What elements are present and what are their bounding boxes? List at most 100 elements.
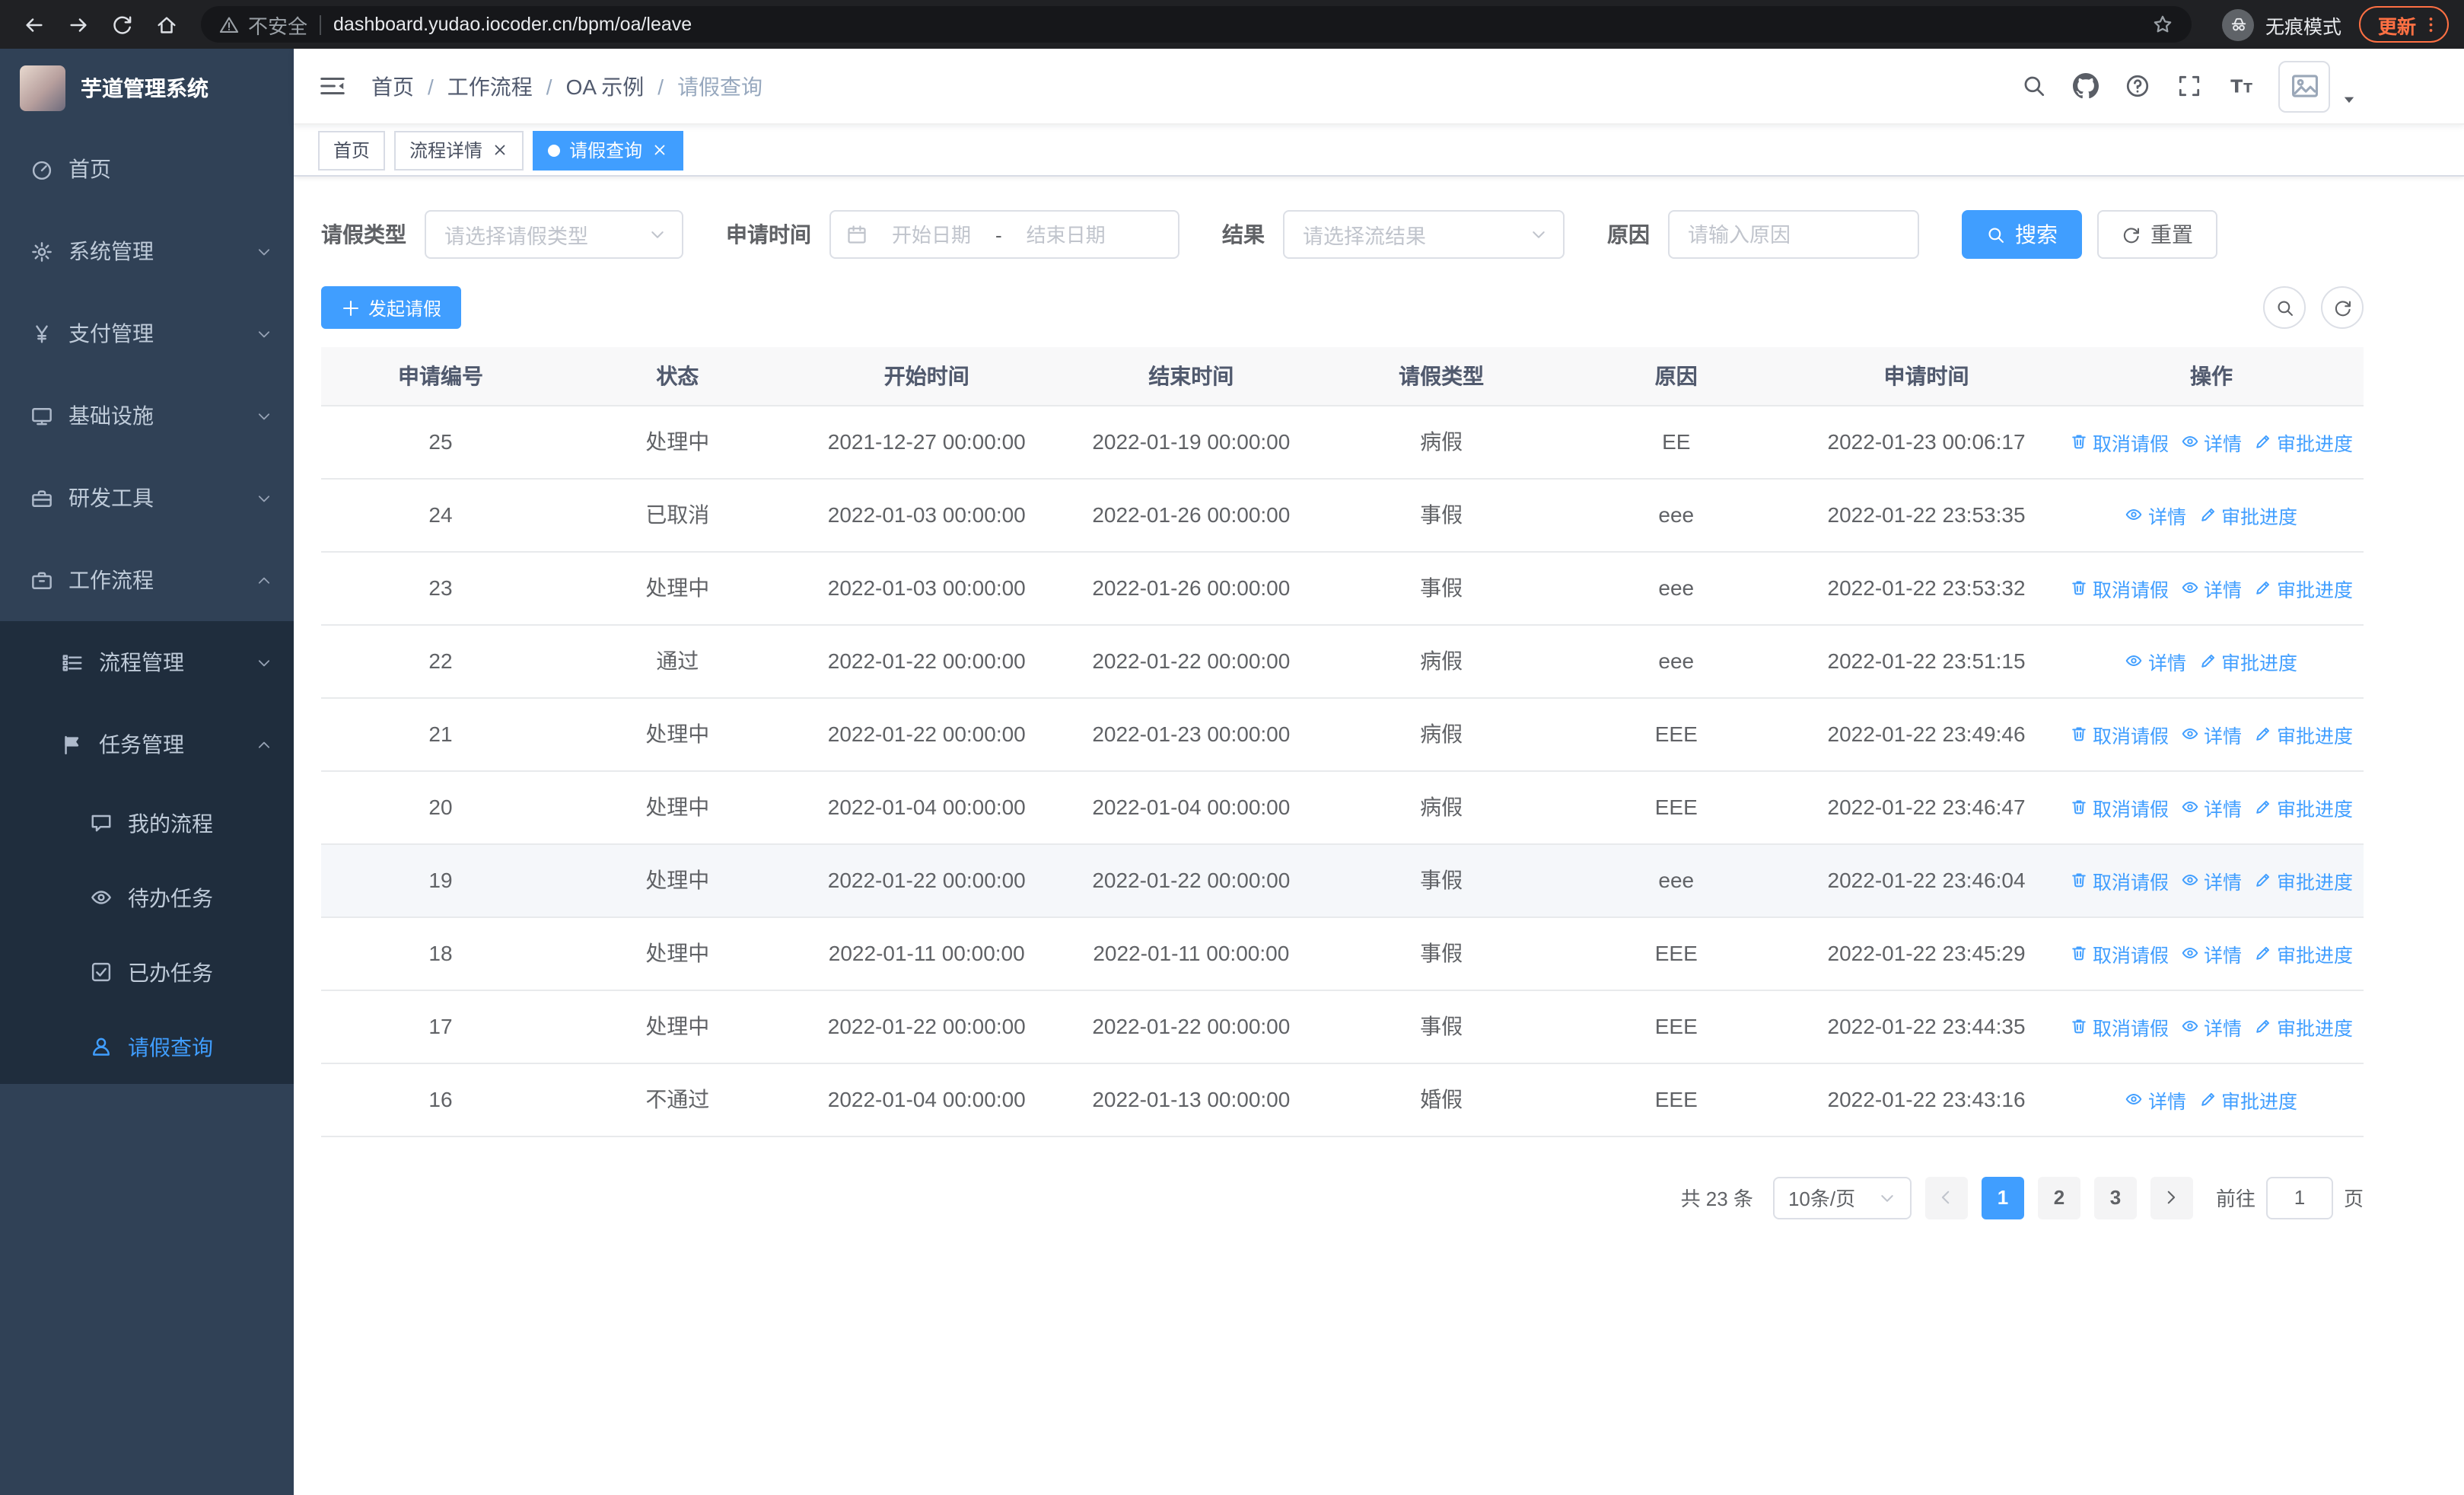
browser-forward-button[interactable] (59, 5, 97, 43)
action-progress-link[interactable]: 审批进度 (2254, 573, 2353, 602)
end-date-input[interactable] (1008, 223, 1124, 246)
action-detail-link[interactable]: 详情 (2181, 939, 2242, 967)
action-detail-link[interactable]: 详情 (2181, 427, 2242, 456)
avatar[interactable] (2278, 60, 2330, 112)
action-detail-link[interactable]: 详情 (2181, 573, 2242, 602)
leave-type-select[interactable]: 请选择请假类型 (425, 210, 683, 259)
refresh-button[interactable] (2321, 286, 2364, 329)
cell-apply-time: 2022-01-22 23:46:04 (1794, 843, 2059, 917)
sidebar-item-process-mgmt[interactable]: 流程管理 (0, 621, 294, 703)
navbar-actions: TT (2021, 60, 2357, 112)
action-progress-link[interactable]: 审批进度 (2254, 1012, 2353, 1041)
goto-page-input[interactable] (2265, 1176, 2333, 1219)
main-area: 首页 / 工作流程 / OA 示例 / 请假查询 TT 首页 流程详情 请假查询 请假类型 (294, 49, 2464, 1495)
result-select[interactable]: 请选择流结果 (1283, 210, 1565, 259)
action-label: 审批进度 (2221, 652, 2298, 674)
navbar-search-icon[interactable] (2021, 73, 2047, 99)
breadcrumb-item[interactable]: 工作流程 (447, 71, 533, 101)
navbar-font-size-icon[interactable]: TT (2228, 73, 2254, 99)
action-progress-link[interactable]: 审批进度 (2198, 1085, 2297, 1114)
sidebar-item-task-mgmt[interactable]: 任务管理 (0, 703, 294, 786)
user-menu[interactable] (2278, 60, 2357, 112)
date-range-picker[interactable]: - (829, 210, 1179, 259)
sidebar-item-done-tasks[interactable]: 已办任务 (0, 935, 294, 1009)
browser-menu-icon[interactable] (2421, 15, 2440, 34)
browser-back-button[interactable] (15, 5, 53, 43)
trash-icon (2070, 798, 2088, 816)
pagination-prev-button[interactable] (1924, 1176, 1968, 1219)
action-progress-link[interactable]: 审批进度 (2254, 939, 2353, 967)
sidebar-item-leave-query[interactable]: 请假查询 (0, 1009, 294, 1084)
browser-nav-buttons (15, 5, 186, 43)
close-icon[interactable] (651, 142, 668, 158)
security-chip[interactable]: 不安全 (219, 10, 307, 39)
cell-actions: 取消请假 详情 审批进度 (2059, 405, 2364, 479)
action-progress-link[interactable]: 审批进度 (2198, 500, 2297, 529)
toggle-search-button[interactable] (2263, 286, 2306, 329)
sidebar-toggle-button[interactable] (318, 72, 347, 100)
browser-update-button[interactable]: 更新 (2359, 6, 2449, 43)
reason-input[interactable] (1668, 210, 1919, 259)
bookmark-star-icon[interactable] (2153, 14, 2174, 35)
table-row-17: 17 处理中 2022-01-22 00:00:00 2022-01-22 00:00… (321, 990, 2364, 1063)
action-progress-link[interactable]: 审批进度 (2254, 427, 2353, 456)
action-cancel-link[interactable]: 取消请假 (2070, 865, 2169, 894)
sidebar: 芋道管理系统 首页 系统管理 支付管理基础设施研发工具 工作流程 流程管理 任务管理 我的流… (0, 49, 294, 1495)
action-detail-link[interactable]: 详情 (2181, 719, 2242, 748)
sidebar-item-infra[interactable]: 基础设施 (0, 375, 294, 457)
sidebar-item-todo-tasks[interactable]: 待办任务 (0, 860, 294, 935)
sidebar-item-devtools[interactable]: 研发工具 (0, 457, 294, 539)
action-detail-link[interactable]: 详情 (2125, 1085, 2186, 1114)
action-label: 详情 (2203, 799, 2242, 820)
cell-status: 不通过 (560, 1063, 795, 1136)
browser-reload-button[interactable] (103, 5, 142, 43)
action-detail-link[interactable]: 详情 (2125, 646, 2186, 675)
navbar-help-icon[interactable] (2125, 73, 2150, 99)
breadcrumb-item[interactable]: 首页 (371, 71, 414, 101)
sidebar-item-my-process[interactable]: 我的流程 (0, 786, 294, 860)
tab-process-detail[interactable]: 流程详情 (394, 130, 524, 170)
sidebar-item-workflow[interactable]: 工作流程 (0, 539, 294, 621)
cell-actions: 详情 审批进度 (2059, 478, 2364, 552)
pagination-page-3[interactable]: 3 (2093, 1176, 2137, 1219)
pagination-page-2[interactable]: 2 (2037, 1176, 2080, 1219)
action-cancel-link[interactable]: 取消请假 (2070, 427, 2169, 456)
pagination-page-1[interactable]: 1 (1981, 1176, 2024, 1219)
start-date-input[interactable] (874, 223, 989, 246)
create-leave-button[interactable]: 发起请假 (321, 286, 462, 329)
close-icon[interactable] (492, 142, 508, 158)
logo[interactable]: 芋道管理系统 (0, 49, 294, 128)
action-progress-link[interactable]: 审批进度 (2254, 792, 2353, 821)
navbar-fullscreen-icon[interactable] (2176, 73, 2202, 99)
action-progress-link[interactable]: 审批进度 (2198, 646, 2297, 675)
search-button[interactable]: 搜索 (1962, 210, 2082, 259)
sidebar-item-label: 基础设施 (68, 403, 154, 428)
cell-apply-time: 2022-01-22 23:46:47 (1794, 770, 2059, 844)
action-progress-link[interactable]: 审批进度 (2254, 719, 2353, 748)
action-cancel-link[interactable]: 取消请假 (2070, 719, 2169, 748)
browser-home-button[interactable] (148, 5, 186, 43)
edit-icon (2254, 798, 2272, 816)
sidebar-item-payment[interactable]: 支付管理 (0, 292, 294, 375)
tab-leave-query[interactable]: 请假查询 (533, 130, 684, 170)
action-detail-link[interactable]: 详情 (2181, 865, 2242, 894)
action-detail-link[interactable]: 详情 (2181, 1012, 2242, 1041)
action-cancel-link[interactable]: 取消请假 (2070, 573, 2169, 602)
sidebar-item-home[interactable]: 首页 (0, 128, 294, 210)
action-detail-link[interactable]: 详情 (2181, 792, 2242, 821)
action-cancel-link[interactable]: 取消请假 (2070, 1012, 2169, 1041)
pagination-next-button[interactable] (2150, 1176, 2193, 1219)
chevron-down-icon (1878, 1188, 1896, 1207)
page-size-select[interactable]: 10条/页 (1772, 1176, 1912, 1219)
edit-icon (2198, 1090, 2217, 1108)
navbar-github-icon[interactable] (2073, 73, 2099, 99)
action-cancel-link[interactable]: 取消请假 (2070, 939, 2169, 967)
breadcrumb-item[interactable]: OA 示例 (566, 71, 645, 101)
tab-home[interactable]: 首页 (318, 130, 386, 170)
reset-button[interactable]: 重置 (2097, 210, 2217, 259)
url-bar[interactable]: 不安全 dashboard.yudao.iocoder.cn/bpm/oa/le… (201, 6, 2192, 43)
sidebar-item-system[interactable]: 系统管理 (0, 210, 294, 292)
action-detail-link[interactable]: 详情 (2125, 500, 2186, 529)
action-cancel-link[interactable]: 取消请假 (2070, 792, 2169, 821)
action-progress-link[interactable]: 审批进度 (2254, 865, 2353, 894)
